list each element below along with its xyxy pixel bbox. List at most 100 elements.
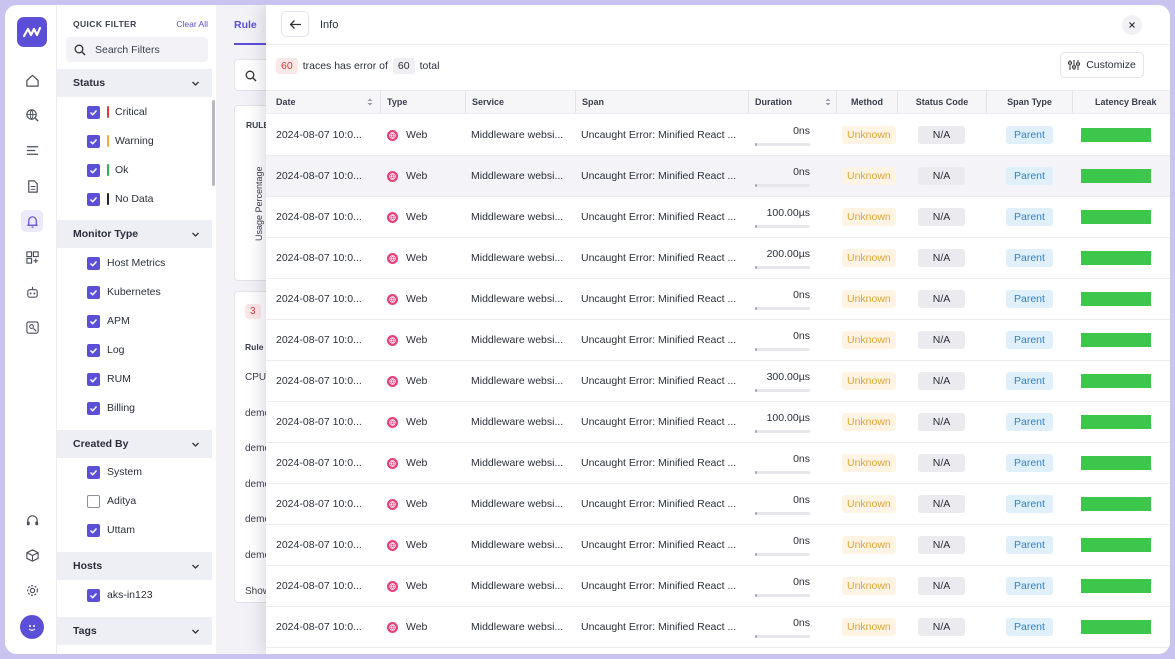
trace-span[interactable]: Uncaught Error: Minified React ...: [581, 607, 746, 647]
checkbox-checked[interactable]: [87, 314, 100, 328]
trace-row[interactable]: 2024-08-07 10:0... Web Middleware websi...…: [266, 607, 1170, 648]
package-icon[interactable]: [21, 544, 43, 566]
trace-row[interactable]: 2024-08-07 10:0... Web Middleware websi...…: [266, 566, 1170, 607]
user-avatar[interactable]: [20, 615, 44, 639]
trace-span[interactable]: Uncaught Error: Minified React ...: [581, 402, 746, 442]
trace-span[interactable]: Uncaught Error: Minified React ...: [581, 525, 746, 565]
column-header-date[interactable]: Date: [276, 91, 376, 113]
filter-scrollbar[interactable]: [212, 100, 215, 186]
user-search-icon[interactable]: [21, 316, 43, 338]
checkbox-checked[interactable]: [87, 523, 100, 537]
column-header-duration[interactable]: Duration: [748, 91, 836, 113]
trace-span[interactable]: Uncaught Error: Minified React ...: [581, 566, 746, 606]
trace-row[interactable]: 2024-08-07 10:0... Web Middleware websi...…: [266, 115, 1170, 156]
filter-item-kubernetes[interactable]: Kubernetes: [87, 285, 161, 299]
close-button[interactable]: [1122, 15, 1142, 35]
checkbox-checked[interactable]: [87, 465, 100, 479]
trace-span[interactable]: Uncaught Error: Minified React ...: [581, 115, 746, 155]
trace-span[interactable]: Uncaught Error: Minified React ...: [581, 443, 746, 483]
checkbox-checked[interactable]: [87, 372, 100, 386]
trace-row[interactable]: 2024-08-07 10:0... Web Middleware websi...…: [266, 279, 1170, 320]
trace-row[interactable]: 2024-08-07 10:0... Web Middleware websi...…: [266, 525, 1170, 566]
filter-item-aks-in123[interactable]: aks-in123: [87, 588, 153, 602]
section-status[interactable]: Status: [57, 69, 212, 97]
filter-item-no-data[interactable]: No Data: [87, 192, 154, 206]
latency-breakdown-bar[interactable]: [1081, 292, 1151, 306]
gear-icon[interactable]: [21, 579, 43, 601]
alert-bell-icon[interactable]: [21, 210, 43, 232]
trace-span[interactable]: Uncaught Error: Minified React ...: [581, 197, 746, 237]
checkbox-checked[interactable]: [87, 285, 100, 299]
dashboard-add-icon[interactable]: [21, 246, 43, 268]
column-header-type[interactable]: Type: [380, 91, 464, 113]
filter-item-critical[interactable]: Critical: [87, 105, 147, 119]
filter-item-host-metrics[interactable]: Host Metrics: [87, 256, 165, 270]
trace-row[interactable]: 2024-08-07 10:0... Web Middleware websi...…: [266, 484, 1170, 525]
checkbox-checked[interactable]: [87, 192, 100, 206]
rule-row[interactable]: CPU: [245, 372, 266, 383]
filter-item-apm[interactable]: APM: [87, 314, 130, 328]
sort-icon[interactable]: [825, 98, 831, 106]
checkbox-checked[interactable]: [87, 401, 100, 415]
latency-breakdown-bar[interactable]: [1081, 456, 1151, 470]
section-hosts[interactable]: Hosts: [57, 552, 212, 580]
list-icon[interactable]: [21, 139, 43, 161]
latency-breakdown-bar[interactable]: [1081, 128, 1151, 142]
checkbox-unchecked[interactable]: [87, 494, 100, 508]
latency-breakdown-bar[interactable]: [1081, 210, 1151, 224]
trace-span[interactable]: Uncaught Error: Minified React ...: [581, 238, 746, 278]
trace-row[interactable]: 2024-08-07 10:0... Web Middleware websi...…: [266, 402, 1170, 443]
home-icon[interactable]: [21, 69, 43, 91]
checkbox-checked[interactable]: [87, 134, 100, 148]
trace-row[interactable]: 2024-08-07 10:0... Web Middleware websi...…: [266, 443, 1170, 484]
checkbox-checked[interactable]: [87, 163, 100, 177]
latency-breakdown-bar[interactable]: [1081, 333, 1151, 347]
globe-search-icon[interactable]: [21, 104, 43, 126]
sort-icon[interactable]: [367, 98, 373, 106]
trace-row[interactable]: 2024-08-07 10:0... Web Middleware websi...…: [266, 197, 1170, 238]
latency-breakdown-bar[interactable]: [1081, 538, 1151, 552]
column-header-span[interactable]: Span: [575, 91, 748, 113]
section-created-by[interactable]: Created By: [57, 430, 212, 458]
latency-breakdown-bar[interactable]: [1081, 415, 1151, 429]
trace-row[interactable]: 2024-08-07 10:0... Web Middleware websi...…: [266, 320, 1170, 361]
headset-icon[interactable]: [21, 509, 43, 531]
checkbox-checked[interactable]: [87, 105, 100, 119]
trace-row[interactable]: 2024-08-07 10:0... Web Middleware websi...…: [266, 156, 1170, 197]
checkbox-checked[interactable]: [87, 256, 100, 270]
filter-item-billing[interactable]: Billing: [87, 401, 135, 415]
trace-span[interactable]: Uncaught Error: Minified React ...: [581, 156, 746, 196]
column-header-method[interactable]: Method: [836, 91, 897, 113]
customize-button[interactable]: Customize: [1060, 52, 1144, 78]
latency-breakdown-bar[interactable]: [1081, 251, 1151, 265]
trace-row[interactable]: 2024-08-07 10:0... Web Middleware websi...…: [266, 361, 1170, 402]
checkbox-checked[interactable]: [87, 343, 100, 357]
latency-breakdown-bar[interactable]: [1081, 620, 1151, 634]
trace-row[interactable]: 2024-08-07 10:0... Web Middleware websi...…: [266, 238, 1170, 279]
clear-all-link[interactable]: Clear All: [176, 19, 208, 29]
checkbox-checked[interactable]: [87, 588, 100, 602]
trace-span[interactable]: Uncaught Error: Minified React ...: [581, 279, 746, 319]
section-tags[interactable]: Tags: [57, 617, 212, 645]
logo-icon[interactable]: [17, 17, 47, 47]
section-monitor-type[interactable]: Monitor Type: [57, 220, 212, 248]
back-button[interactable]: [281, 11, 309, 37]
document-icon[interactable]: [21, 175, 43, 197]
robot-icon[interactable]: [21, 281, 43, 303]
column-header-span-type[interactable]: Span Type: [986, 91, 1072, 113]
column-header-service[interactable]: Service: [465, 91, 575, 113]
filter-item-aditya[interactable]: Aditya: [87, 494, 136, 508]
trace-span[interactable]: Uncaught Error: Minified React ...: [581, 320, 746, 360]
latency-breakdown-bar[interactable]: [1081, 169, 1151, 183]
column-header-status-code[interactable]: Status Code: [897, 91, 986, 113]
latency-breakdown-bar[interactable]: [1081, 374, 1151, 388]
filter-item-rum[interactable]: RUM: [87, 372, 131, 386]
column-header-latency-breakdown[interactable]: Latency Break: [1072, 91, 1170, 113]
latency-breakdown-bar[interactable]: [1081, 579, 1151, 593]
trace-span[interactable]: Uncaught Error: Minified React ...: [581, 484, 746, 524]
latency-breakdown-bar[interactable]: [1081, 497, 1151, 511]
filter-item-uttam[interactable]: Uttam: [87, 523, 135, 537]
filter-item-system[interactable]: System: [87, 465, 142, 479]
filter-item-ok[interactable]: Ok: [87, 163, 128, 177]
trace-span[interactable]: Uncaught Error: Minified React ...: [581, 361, 746, 401]
